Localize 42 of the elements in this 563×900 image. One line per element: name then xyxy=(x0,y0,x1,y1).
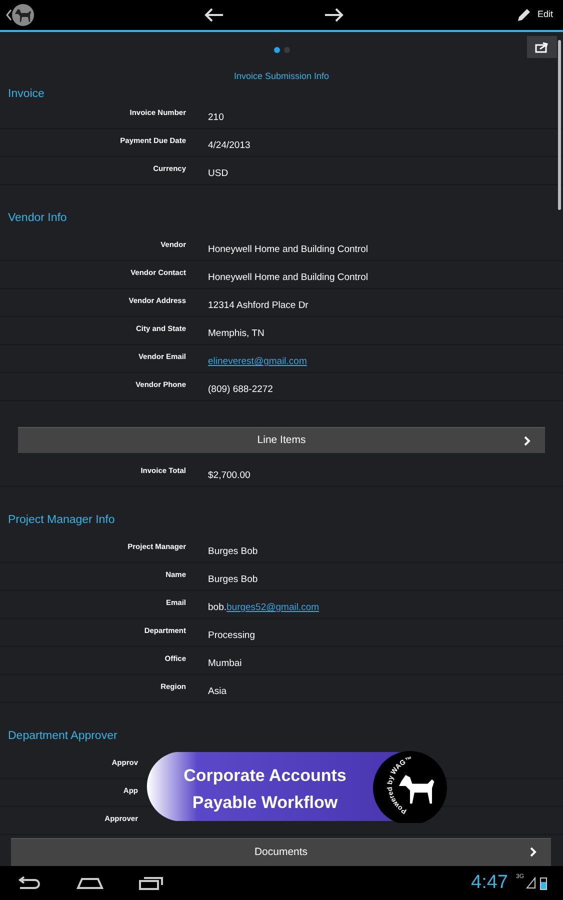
chevron-right-icon xyxy=(524,436,531,446)
section-heading: Invoice xyxy=(7,89,46,101)
chevron-right-icon xyxy=(530,847,537,857)
field-value: Memphis, TN xyxy=(208,327,264,341)
left-arrow-icon[interactable] xyxy=(204,7,224,23)
share-button[interactable] xyxy=(527,36,557,58)
field-value: 12314 Ashford Place Dr xyxy=(208,299,308,313)
home-icon xyxy=(76,876,104,890)
field-value: 4/24/2013 xyxy=(208,139,250,153)
field-value: Mumbai xyxy=(208,657,242,671)
field-value: Processing xyxy=(208,629,255,643)
battery-icon xyxy=(540,876,547,890)
dog-logo-icon[interactable] xyxy=(12,4,34,26)
section-heading: Project Manager Info xyxy=(7,513,116,528)
edit-button[interactable]: Edit xyxy=(513,8,557,22)
field-value: Honeywell Home and Building Control xyxy=(208,271,368,285)
page-title: Invoice Submission Info xyxy=(232,70,330,83)
section-button[interactable]: Line Items xyxy=(18,427,545,453)
field-value: (809) 688-2272 xyxy=(208,383,273,397)
field-value: Burges Bob xyxy=(208,573,258,587)
banner-title: Corporate Accounts xyxy=(184,766,346,785)
clock-time: 4:47 xyxy=(471,870,508,895)
section-heading: Vendor Info xyxy=(7,211,68,226)
field-value: Honeywell Home and Building Control xyxy=(208,243,368,257)
section-heading: Department Approver xyxy=(7,729,118,744)
field-value: $2,700.00 xyxy=(208,469,250,483)
field-value: bob.burges52@gmail.com xyxy=(208,601,320,615)
field-value: 210 xyxy=(208,111,224,125)
field-value: Burges Bob xyxy=(208,545,258,559)
email-link[interactable]: burges52@gmail.com xyxy=(226,602,320,613)
pencil-icon xyxy=(517,8,532,22)
section-button[interactable]: Documents xyxy=(11,838,551,866)
right-arrow-icon[interactable] xyxy=(324,7,344,23)
field-value: Asia xyxy=(208,685,226,699)
banner-title: Payable Workflow xyxy=(192,793,338,812)
signal-icon xyxy=(526,877,536,889)
back-chevron-icon[interactable] xyxy=(6,9,12,21)
field-value: USD xyxy=(208,167,228,181)
share-icon xyxy=(535,42,549,52)
email-link[interactable]: elineverest@gmail.com xyxy=(208,356,307,367)
recent-apps-icon xyxy=(138,874,164,891)
back-icon xyxy=(16,876,42,890)
